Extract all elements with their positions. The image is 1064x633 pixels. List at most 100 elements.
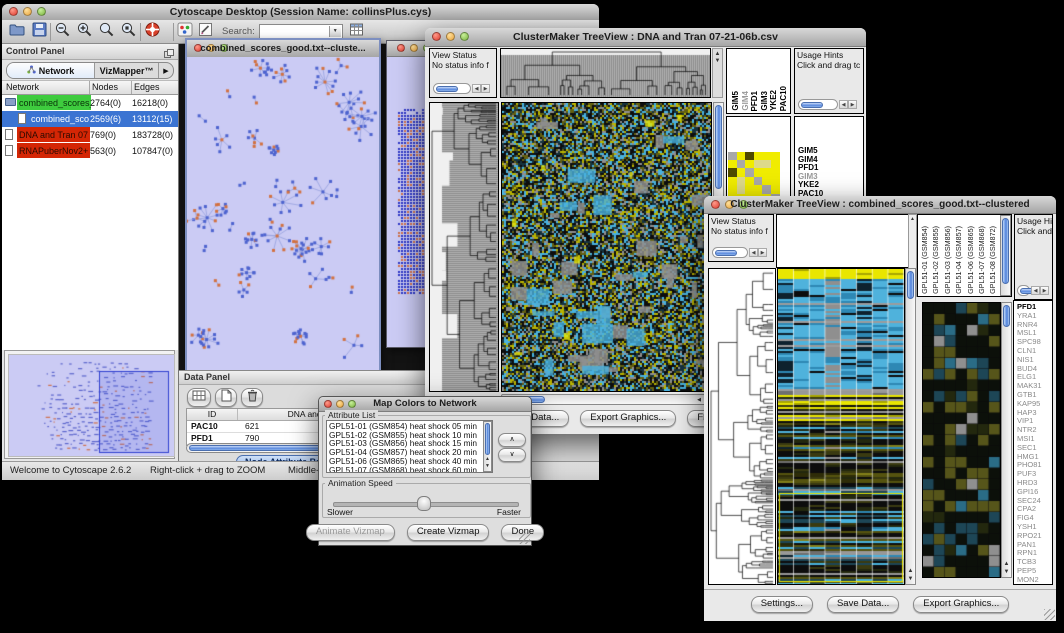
control-panel-title: Control Panel xyxy=(6,46,65,56)
tv1-export-graphics-button[interactable]: Export Graphics... xyxy=(580,410,676,427)
scroll-thumb[interactable] xyxy=(715,250,737,257)
tv2-usage-scrollbar[interactable]: ◀▶ xyxy=(1017,285,1050,296)
delete-attribute-trash-icon[interactable] xyxy=(241,388,263,407)
up-arrow-icon[interactable]: ▲ xyxy=(484,456,491,463)
move-up-button[interactable]: ∧ xyxy=(498,433,526,447)
right-arrow-icon[interactable]: ▶ xyxy=(848,100,857,109)
right-arrow-icon[interactable]: ▶ xyxy=(1040,286,1049,295)
network-nodes-count: 2569(6) xyxy=(90,112,121,127)
col-header-network[interactable]: Network xyxy=(2,81,90,94)
tv2-column-dendrogram-panel[interactable] xyxy=(776,214,917,268)
slower-label: Slower xyxy=(327,507,353,517)
tv2-vertical-scrollbar[interactable]: ▲ ▼ xyxy=(905,268,916,585)
network-overview-canvas[interactable] xyxy=(8,354,175,457)
tv2-row-dendrogram-panel xyxy=(708,268,776,585)
tab-network[interactable]: Network xyxy=(7,63,95,78)
tv1-mini-heatmap[interactable] xyxy=(728,147,780,197)
network-nodes-count: 563(0) xyxy=(90,144,116,159)
col-header-nodes[interactable]: Nodes xyxy=(90,81,132,94)
attribute-item[interactable]: GPL51-07 (GSM868) heat shock 60 min xyxy=(329,466,492,473)
down-arrow-icon[interactable]: ▼ xyxy=(906,576,915,583)
zoom-selected-icon[interactable] xyxy=(120,21,137,43)
data-col-id[interactable]: ID xyxy=(187,409,238,420)
tv2-zoom-heatmap-canvas[interactable] xyxy=(923,303,1000,577)
zoom-in-icon[interactable] xyxy=(76,21,93,43)
attribute-list-label: Attribute List xyxy=(325,410,378,420)
tv2-settings-button[interactable]: Settings... xyxy=(751,596,813,613)
left-arrow-icon[interactable]: ◀ xyxy=(839,100,848,109)
gene-label: MON2 xyxy=(1017,576,1052,585)
attribute-listbox[interactable]: GPL51-01 (GSM854) heat shock 05 minGPL51… xyxy=(326,420,493,473)
tv2-row-dendrogram-canvas[interactable] xyxy=(709,269,775,584)
network-row[interactable]: combined_sco2569(6)13112(15) xyxy=(2,111,178,127)
up-arrow-icon[interactable]: ▲ xyxy=(713,51,722,58)
desktop: Cytoscape Desktop (Session Name: collins… xyxy=(0,0,1064,633)
tv1-column-label: GIM4 xyxy=(741,91,750,111)
tv1-column-dendrogram-canvas[interactable] xyxy=(501,49,710,97)
tab-overflow-arrow[interactable]: ▶ xyxy=(159,63,173,78)
network-canvas[interactable] xyxy=(187,57,379,370)
tv2-column-label: GPL51-06 (GSM865) xyxy=(966,226,975,294)
save-icon[interactable] xyxy=(32,22,47,42)
tv1-usage-scrollbar[interactable]: ◀▶ xyxy=(798,99,858,110)
minimize-icon[interactable] xyxy=(410,44,418,52)
resize-grip[interactable] xyxy=(519,533,530,544)
dialog-animate-vizmap-button[interactable]: Animate Vizmap xyxy=(306,524,395,541)
tv1-column-dendrogram-panel xyxy=(500,48,711,98)
slider-thumb[interactable] xyxy=(417,496,431,511)
tv2-titlebar[interactable]: ClusterMaker TreeView : combined_scores_… xyxy=(704,196,1056,214)
search-dropdown-icon[interactable]: ▼ xyxy=(329,26,341,37)
left-arrow-icon[interactable]: ◀ xyxy=(1031,286,1040,295)
left-arrow-icon[interactable]: ◀ xyxy=(697,397,701,404)
attribute-list: GPL51-01 (GSM854) heat shock 05 minGPL51… xyxy=(329,422,492,473)
network-row[interactable]: combined_scores_2764(0)16218(0) xyxy=(2,95,178,111)
main-title: Cytoscape Desktop (Session Name: collins… xyxy=(2,6,599,18)
tv2-export-graphics-button[interactable]: Export Graphics... xyxy=(913,596,1009,613)
tv1-row-dendrogram-canvas[interactable] xyxy=(430,103,498,391)
tv2-status-scrollbar[interactable]: ◀▶ xyxy=(712,247,768,258)
resize-grip[interactable] xyxy=(1044,609,1055,620)
right-arrow-icon[interactable]: ▶ xyxy=(481,84,490,93)
attribute-select-icon[interactable] xyxy=(187,388,211,407)
tv1-titlebar[interactable]: ClusterMaker TreeView : DNA and Tran 07-… xyxy=(425,28,866,47)
tab-vizmapper[interactable]: VizMapper™ xyxy=(95,63,159,78)
down-arrow-icon[interactable]: ▼ xyxy=(713,58,722,65)
tv1-column-label: PAC10 xyxy=(779,86,788,111)
down-arrow-icon[interactable]: ▼ xyxy=(484,463,491,470)
down-arrow-icon[interactable]: ▼ xyxy=(1002,569,1011,576)
up-arrow-icon[interactable]: ▲ xyxy=(906,568,915,575)
main-titlebar[interactable]: Cytoscape Desktop (Session Name: collins… xyxy=(2,4,599,21)
right-arrow-icon[interactable]: ▶ xyxy=(758,248,767,257)
close-icon[interactable] xyxy=(397,44,405,52)
new-attribute-icon[interactable] xyxy=(215,388,237,407)
search-input[interactable]: ▼ xyxy=(259,24,343,39)
tv2-usage-hints-text: Click and xyxy=(1017,227,1050,237)
tv2-save-data-button[interactable]: Save Data... xyxy=(827,596,899,613)
zoom-out-icon[interactable] xyxy=(54,21,71,43)
left-arrow-icon[interactable]: ◀ xyxy=(472,84,481,93)
open-file-icon[interactable] xyxy=(8,21,26,42)
tv2-heatmap-canvas[interactable] xyxy=(778,269,904,584)
folder-icon xyxy=(5,98,16,106)
tv2-column-label: GPL51-04 (GSM857) xyxy=(954,226,963,294)
tv1-status-scrollbar[interactable]: ◀▶ xyxy=(433,83,491,94)
tv1-col-scroll-strip[interactable]: ▲ ▼ xyxy=(712,48,723,98)
tv1-horizontal-scrollbar[interactable]: ◀ ▶ xyxy=(501,394,712,405)
help-lifesaver-icon[interactable] xyxy=(144,21,161,43)
dialog-create-vizmap-button[interactable]: Create Vizmap xyxy=(407,524,490,541)
scroll-thumb[interactable] xyxy=(801,102,823,109)
col-header-edges[interactable]: Edges xyxy=(132,81,160,94)
zoom-fit-icon[interactable] xyxy=(98,21,115,43)
left-arrow-icon[interactable]: ◀ xyxy=(749,248,758,257)
network-row[interactable]: RNAPuberNov2+563(0)107847(0) xyxy=(2,143,178,159)
tv2-zoom-scrollbar[interactable]: ▲ ▼ xyxy=(1001,302,1012,578)
document-icon xyxy=(5,129,13,140)
scroll-thumb[interactable] xyxy=(436,86,458,93)
move-down-button[interactable]: ∨ xyxy=(498,448,526,462)
tv2-view-status-panel: View Status No status info f ◀▶ xyxy=(708,214,774,262)
network-row[interactable]: DNA and Tran 07769(0)183728(0) xyxy=(2,127,178,143)
tv1-column-label: YKE2 xyxy=(769,90,778,111)
up-arrow-icon[interactable]: ▲ xyxy=(909,216,916,223)
up-arrow-icon[interactable]: ▲ xyxy=(1002,561,1011,568)
tv1-heatmap-canvas[interactable] xyxy=(502,103,711,391)
